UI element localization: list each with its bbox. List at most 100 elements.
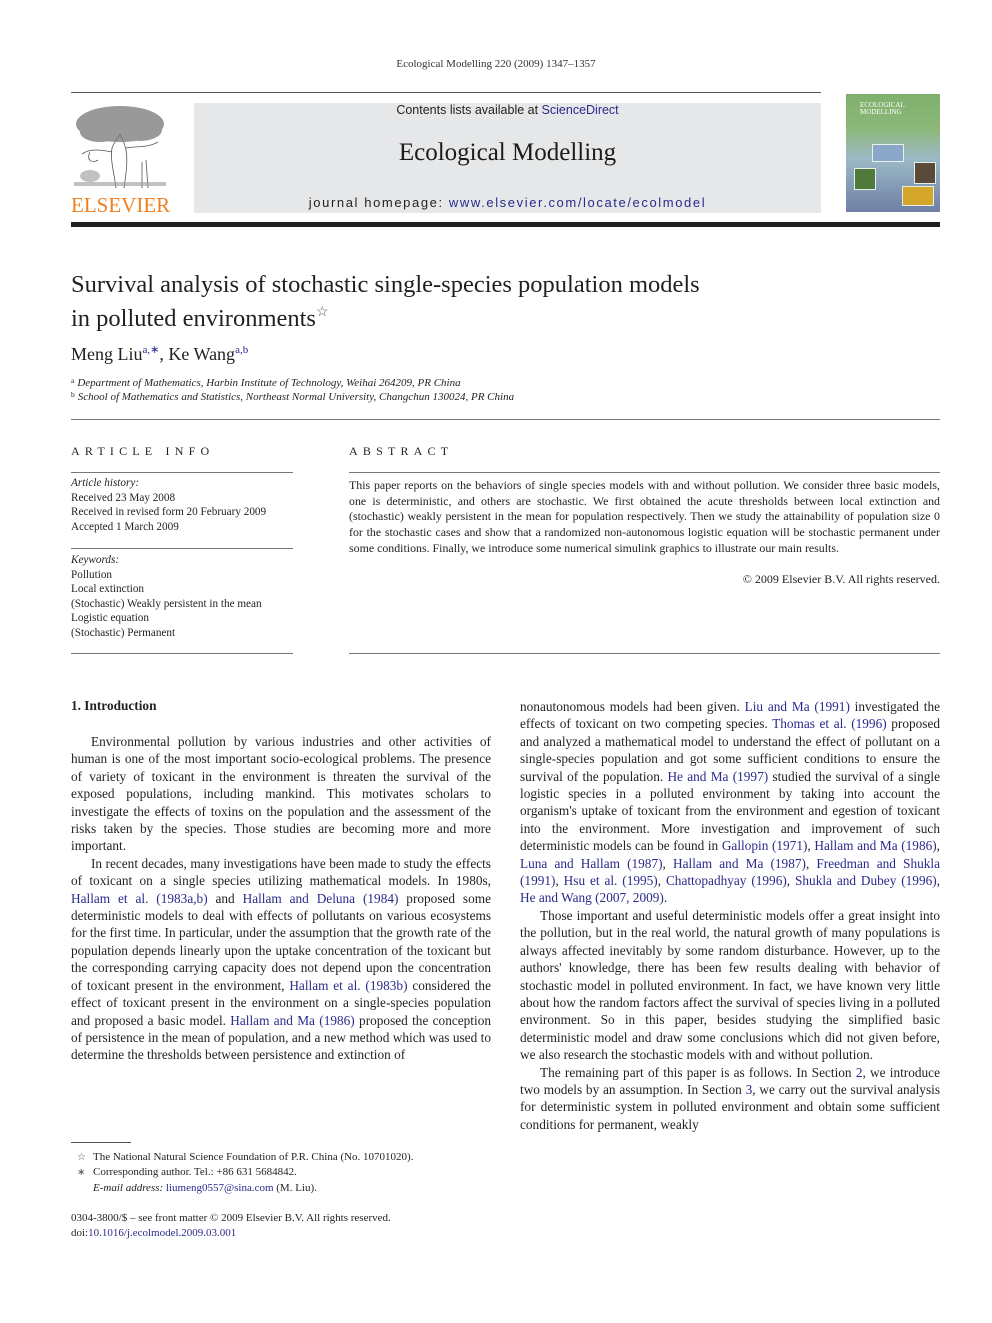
keywords-label: Keywords: <box>71 554 120 566</box>
citation-link[interactable]: Shukla and Dubey (1996) <box>795 873 937 888</box>
left-column: Environmental pollution by various indus… <box>71 733 491 1064</box>
abstract-copyright: © 2009 Elsevier B.V. All rights reserved… <box>742 572 940 586</box>
header-thick-rule <box>71 222 940 227</box>
citation-link[interactable]: Hsu et al. (1995) <box>564 873 658 888</box>
affiliation-text: School of Mathematics and Statistics, No… <box>77 391 515 403</box>
funding-star-icon[interactable]: ☆ <box>316 305 329 320</box>
cover-title-line2: MODELLING <box>860 108 902 116</box>
asterisk-icon: ∗ <box>77 1167 86 1179</box>
text-run: , <box>936 838 940 854</box>
star-icon: ☆ <box>77 1152 86 1163</box>
footnote-corresponding: ∗ Corresponding author. Tel.: +86 631 56… <box>71 1165 501 1196</box>
article-history: Article history: Received 23 May 2008 Re… <box>71 476 295 534</box>
citation-link[interactable]: Chattopadhyay (1996) <box>666 873 787 888</box>
sciencedirect-link[interactable]: ScienceDirect <box>542 103 619 117</box>
affiliation-mark: a <box>71 376 75 385</box>
paragraph: nonautonomous models had been given. Liu… <box>520 698 940 907</box>
citation-link[interactable]: Hallam and Deluna (1984) <box>243 891 399 906</box>
citation-link[interactable]: He and Ma (1997) <box>667 769 768 784</box>
article-info-heading: ARTICLE INFO <box>71 444 215 458</box>
author-affiliation-marks[interactable]: a,b <box>235 344 248 356</box>
citation-link[interactable]: Gallopin (1971) <box>722 838 808 853</box>
section-heading-introduction: 1. Introduction <box>71 698 157 713</box>
history-received: Received 23 May 2008 <box>71 491 176 504</box>
contents-prefix: Contents lists available at <box>396 103 542 117</box>
cover-photo-bird <box>854 168 876 190</box>
text-run: , <box>786 873 795 889</box>
history-revised: Received in revised form 20 February 200… <box>71 506 267 519</box>
citation-link[interactable]: Hallam et al. (1983b) <box>289 978 407 993</box>
article-history-label: Article history: <box>71 477 140 489</box>
keyword-item: Pollution <box>71 568 113 581</box>
journal-title: Ecological Modelling <box>398 139 617 166</box>
citation-link[interactable]: Hallam and Ma (1986) <box>814 838 936 853</box>
abstract-rule <box>349 472 940 473</box>
affiliation-text: Department of Mathematics, Harbin Instit… <box>77 377 461 389</box>
right-column: nonautonomous models had been given. Liu… <box>520 698 940 1133</box>
citation-link[interactable]: Hallam and Ma (1987) <box>673 856 806 871</box>
journal-homepage-link[interactable]: www.elsevier.com/locate/ecolmodel <box>449 195 706 210</box>
footnote-rule <box>71 1142 131 1143</box>
homepage-line: journal homepage: www.elsevier.com/locat… <box>194 195 821 210</box>
text-run: . <box>663 890 668 906</box>
keyword-item: (Stochastic) Permanent <box>71 626 176 639</box>
text-run: nonautonomous models had been given. <box>520 699 745 714</box>
paragraph: Environmental pollution by various indus… <box>71 734 491 854</box>
text-run: , <box>662 855 673 871</box>
citation-link[interactable]: He and Wang (2007, 2009) <box>520 890 664 905</box>
email-link[interactable]: liumeng0557@sina.com <box>166 1182 274 1194</box>
text-run: , <box>657 873 666 889</box>
doi-label: doi: <box>71 1227 89 1240</box>
article-title: Survival analysis of stochastic single-s… <box>71 271 831 333</box>
abstract-bottom-rule <box>349 653 940 654</box>
citation-link[interactable]: Hallam et al. (1983a,b) <box>71 891 208 906</box>
citation-link[interactable]: Hallam and Ma (1986) <box>230 1013 354 1028</box>
keyword-item: (Stochastic) Weakly persistent in the me… <box>71 597 262 610</box>
affiliation-mark: b <box>71 390 75 399</box>
abstract-text: This paper reports on the behaviors of s… <box>349 478 940 555</box>
affiliation-a: a Department of Mathematics, Harbin Insti… <box>71 376 461 389</box>
doi-link[interactable]: 10.1016/j.ecolmodel.2009.03.001 <box>88 1227 236 1239</box>
article-info-rule <box>71 472 293 473</box>
footnote-funding: ☆ The National Natural Science Foundatio… <box>71 1150 501 1165</box>
text-run: and <box>207 890 243 906</box>
citation-link[interactable]: Luna and Hallam (1987) <box>520 856 663 871</box>
citation-link[interactable]: Liu and Ma (1991) <box>745 699 850 714</box>
keyword-item: Logistic equation <box>71 612 149 625</box>
homepage-prefix: journal homepage: <box>308 195 449 210</box>
doi-line: doi:10.1016/j.ecolmodel.2009.03.001 <box>71 1226 501 1241</box>
author-affiliation-marks[interactable]: a,∗ <box>143 344 160 356</box>
citation-link[interactable]: Thomas et al. (1996) <box>772 716 887 731</box>
cover-photo-sunflower <box>902 186 934 206</box>
author-list: Meng Liua,∗, Ke Wanga,b <box>71 343 248 365</box>
author-separator: , <box>159 344 169 364</box>
text-run: , <box>936 873 941 889</box>
cover-photo-sky <box>872 144 904 162</box>
footnote-text: The National Natural Science Foundation … <box>93 1151 414 1163</box>
text-run: , <box>805 855 817 871</box>
top-rule <box>71 92 821 93</box>
keywords: Keywords: Pollution Local extinction (St… <box>71 553 295 641</box>
front-matter: 0304-3800/$ – see front matter © 2009 El… <box>71 1211 501 1242</box>
abstract-heading: ABSTRACT <box>349 444 454 458</box>
article-title-line1: Survival analysis of stochastic single-s… <box>71 271 700 298</box>
footnotes: ☆ The National Natural Science Foundatio… <box>71 1150 501 1196</box>
journal-cover-image[interactable]: ECOLOGICAL MODELLING <box>846 94 940 212</box>
keyword-item: Local extinction <box>71 583 145 596</box>
text-run: , <box>555 873 564 889</box>
affiliation-b: b School of Mathematics and Statistics, N… <box>71 390 514 403</box>
journal-banner: Contents lists available at ScienceDirec… <box>194 103 821 213</box>
elsevier-logo[interactable]: ELSEVIER <box>70 102 172 217</box>
author-name[interactable]: Meng Liu <box>71 344 143 364</box>
footnote-text: Corresponding author. Tel.: +86 631 5684… <box>93 1166 297 1179</box>
author-name[interactable]: Ke Wang <box>168 344 235 364</box>
paragraph: In recent decades, many investigations h… <box>71 855 491 1064</box>
email-suffix: (M. Liu). <box>273 1181 317 1194</box>
history-accepted: Accepted 1 March 2009 <box>71 520 179 533</box>
paragraph: Those important and useful deterministic… <box>520 907 940 1063</box>
paragraph: The remaining part of this paper is as f… <box>520 1064 940 1134</box>
article-title-line2: in polluted environments <box>71 305 316 332</box>
running-head: Ecological Modelling 220 (2009) 1347–135… <box>396 58 596 70</box>
text-run: The remaining part of this paper is as f… <box>540 1064 856 1080</box>
affiliation-rule <box>71 419 940 420</box>
